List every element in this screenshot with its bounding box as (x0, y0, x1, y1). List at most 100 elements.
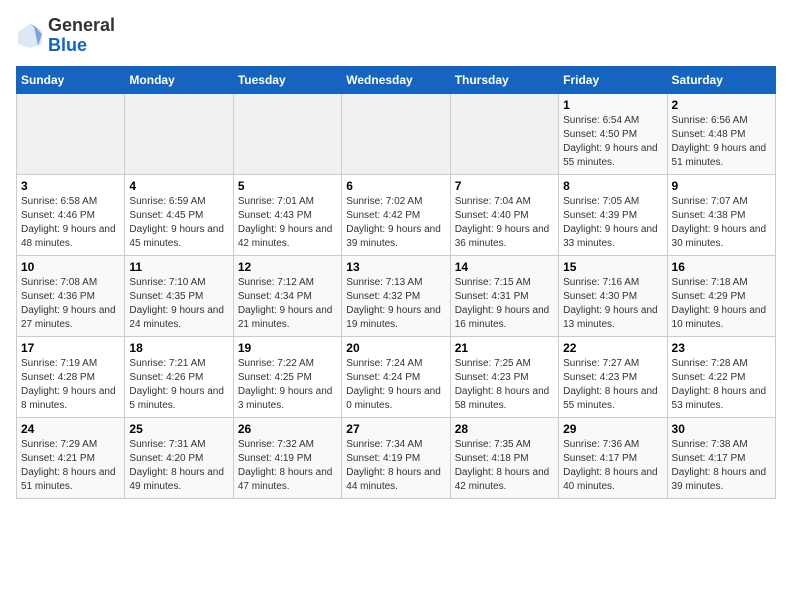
day-number: 23 (672, 341, 771, 355)
day-info: Sunrise: 7:22 AMSunset: 4:25 PMDaylight:… (238, 357, 337, 413)
day-info: Sunrise: 7:08 AMSunset: 4:36 PMDaylight:… (21, 276, 120, 332)
calendar-cell: 4Sunrise: 6:59 AMSunset: 4:45 PMDaylight… (125, 174, 233, 255)
calendar-week-row: 17 Sunrise: 7:19 AMSunset: 4:28 PMDayligh… (17, 336, 776, 417)
day-number: 9 (672, 179, 771, 193)
calendar-header-monday: Monday (125, 66, 233, 93)
day-info: Sunrise: 7:16 AMSunset: 4:30 PMDaylight:… (563, 276, 662, 332)
day-number: 7 (455, 179, 554, 193)
day-info: Sunrise: 7:35 AMSunset: 4:18 PMDaylight:… (455, 438, 554, 494)
day-info: Sunrise: 6:59 AMSunset: 4:45 PMDaylight:… (129, 195, 228, 251)
day-number: 8 (563, 179, 662, 193)
calendar-cell: 30Sunrise: 7:38 AMSunset: 4:17 PMDayligh… (667, 417, 775, 498)
day-number: 27 (346, 422, 445, 436)
calendar-cell: 23 Sunrise: 7:28 AMSunset: 4:22 PMDayligh… (667, 336, 775, 417)
calendar-cell: 22Sunrise: 7:27 AMSunset: 4:23 PMDayligh… (559, 336, 667, 417)
calendar-week-row: 1 Sunrise: 6:54 AMSunset: 4:50 PMDaylight… (17, 93, 776, 174)
day-info: Sunrise: 7:29 AMSunset: 4:21 PMDaylight:… (21, 438, 120, 494)
calendar-cell: 13 Sunrise: 7:13 AMSunset: 4:32 PMDayligh… (342, 255, 450, 336)
calendar-header-row: SundayMondayTuesdayWednesdayThursdayFrid… (17, 66, 776, 93)
calendar-cell: 12 Sunrise: 7:12 AMSunset: 4:34 PMDayligh… (233, 255, 341, 336)
day-number: 3 (21, 179, 120, 193)
calendar-header-friday: Friday (559, 66, 667, 93)
calendar-week-row: 24 Sunrise: 7:29 AMSunset: 4:21 PMDayligh… (17, 417, 776, 498)
logo-blue: Blue (48, 35, 87, 55)
calendar-cell: 26Sunrise: 7:32 AMSunset: 4:19 PMDayligh… (233, 417, 341, 498)
day-number: 25 (129, 422, 228, 436)
day-info: Sunrise: 6:56 AMSunset: 4:48 PMDaylight:… (672, 114, 771, 170)
day-number: 17 (21, 341, 120, 355)
calendar-cell: 6Sunrise: 7:02 AMSunset: 4:42 PMDaylight… (342, 174, 450, 255)
calendar-cell: 17 Sunrise: 7:19 AMSunset: 4:28 PMDayligh… (17, 336, 125, 417)
day-info: Sunrise: 7:36 AMSunset: 4:17 PMDaylight:… (563, 438, 662, 494)
day-number: 19 (238, 341, 337, 355)
calendar-cell: 19 Sunrise: 7:22 AMSunset: 4:25 PMDayligh… (233, 336, 341, 417)
day-number: 16 (672, 260, 771, 274)
calendar-cell: 27 Sunrise: 7:34 AMSunset: 4:19 PMDayligh… (342, 417, 450, 498)
day-number: 14 (455, 260, 554, 274)
logo: General Blue (16, 16, 115, 56)
day-number: 13 (346, 260, 445, 274)
day-info: Sunrise: 7:32 AMSunset: 4:19 PMDaylight:… (238, 438, 337, 494)
calendar-cell: 11 Sunrise: 7:10 AMSunset: 4:35 PMDayligh… (125, 255, 233, 336)
day-number: 2 (672, 98, 771, 112)
day-info: Sunrise: 7:15 AMSunset: 4:31 PMDaylight:… (455, 276, 554, 332)
day-number: 24 (21, 422, 120, 436)
calendar-cell: 3 Sunrise: 6:58 AMSunset: 4:46 PMDaylight… (17, 174, 125, 255)
calendar-cell: 15 Sunrise: 7:16 AMSunset: 4:30 PMDayligh… (559, 255, 667, 336)
calendar-cell: 29 Sunrise: 7:36 AMSunset: 4:17 PMDayligh… (559, 417, 667, 498)
day-info: Sunrise: 7:31 AMSunset: 4:20 PMDaylight:… (129, 438, 228, 494)
day-info: Sunrise: 7:21 AMSunset: 4:26 PMDaylight:… (129, 357, 228, 413)
calendar-header-sunday: Sunday (17, 66, 125, 93)
day-number: 28 (455, 422, 554, 436)
day-number: 1 (563, 98, 662, 112)
calendar-header-tuesday: Tuesday (233, 66, 341, 93)
logo-icon (16, 22, 44, 50)
calendar-week-row: 10 Sunrise: 7:08 AMSunset: 4:36 PMDayligh… (17, 255, 776, 336)
calendar-cell: 2 Sunrise: 6:56 AMSunset: 4:48 PMDaylight… (667, 93, 775, 174)
logo-general: General (48, 15, 115, 35)
day-number: 29 (563, 422, 662, 436)
day-number: 5 (238, 179, 337, 193)
day-number: 15 (563, 260, 662, 274)
day-number: 10 (21, 260, 120, 274)
calendar-cell: 28 Sunrise: 7:35 AMSunset: 4:18 PMDayligh… (450, 417, 558, 498)
day-info: Sunrise: 7:04 AMSunset: 4:40 PMDaylight:… (455, 195, 554, 251)
calendar-cell: 24 Sunrise: 7:29 AMSunset: 4:21 PMDayligh… (17, 417, 125, 498)
day-info: Sunrise: 7:24 AMSunset: 4:24 PMDaylight:… (346, 357, 445, 413)
calendar-cell: 25 Sunrise: 7:31 AMSunset: 4:20 PMDayligh… (125, 417, 233, 498)
day-number: 30 (672, 422, 771, 436)
day-number: 18 (129, 341, 228, 355)
day-info: Sunrise: 7:25 AMSunset: 4:23 PMDaylight:… (455, 357, 554, 413)
calendar-cell: 21 Sunrise: 7:25 AMSunset: 4:23 PMDayligh… (450, 336, 558, 417)
calendar-cell: 14 Sunrise: 7:15 AMSunset: 4:31 PMDayligh… (450, 255, 558, 336)
day-info: Sunrise: 7:12 AMSunset: 4:34 PMDaylight:… (238, 276, 337, 332)
day-info: Sunrise: 7:28 AMSunset: 4:22 PMDaylight:… (672, 357, 771, 413)
day-info: Sunrise: 7:02 AMSunset: 4:42 PMDaylight:… (346, 195, 445, 251)
calendar-cell (450, 93, 558, 174)
day-info: Sunrise: 7:10 AMSunset: 4:35 PMDaylight:… (129, 276, 228, 332)
day-number: 11 (129, 260, 228, 274)
calendar-table: SundayMondayTuesdayWednesdayThursdayFrid… (16, 66, 776, 499)
day-info: Sunrise: 7:34 AMSunset: 4:19 PMDaylight:… (346, 438, 445, 494)
calendar-week-row: 3 Sunrise: 6:58 AMSunset: 4:46 PMDaylight… (17, 174, 776, 255)
day-number: 22 (563, 341, 662, 355)
day-info: Sunrise: 7:01 AMSunset: 4:43 PMDaylight:… (238, 195, 337, 251)
logo-text: General Blue (48, 16, 115, 56)
day-info: Sunrise: 7:07 AMSunset: 4:38 PMDaylight:… (672, 195, 771, 251)
calendar-cell (17, 93, 125, 174)
day-number: 21 (455, 341, 554, 355)
day-info: Sunrise: 7:19 AMSunset: 4:28 PMDaylight:… (21, 357, 120, 413)
calendar-cell: 9 Sunrise: 7:07 AMSunset: 4:38 PMDaylight… (667, 174, 775, 255)
calendar-cell: 16 Sunrise: 7:18 AMSunset: 4:29 PMDayligh… (667, 255, 775, 336)
calendar-header-saturday: Saturday (667, 66, 775, 93)
day-info: Sunrise: 7:13 AMSunset: 4:32 PMDaylight:… (346, 276, 445, 332)
day-info: Sunrise: 7:18 AMSunset: 4:29 PMDaylight:… (672, 276, 771, 332)
calendar-cell: 20Sunrise: 7:24 AMSunset: 4:24 PMDayligh… (342, 336, 450, 417)
calendar-header-wednesday: Wednesday (342, 66, 450, 93)
calendar-cell: 7 Sunrise: 7:04 AMSunset: 4:40 PMDaylight… (450, 174, 558, 255)
day-info: Sunrise: 6:54 AMSunset: 4:50 PMDaylight:… (563, 114, 662, 170)
day-info: Sunrise: 6:58 AMSunset: 4:46 PMDaylight:… (21, 195, 120, 251)
day-number: 12 (238, 260, 337, 274)
day-info: Sunrise: 7:05 AMSunset: 4:39 PMDaylight:… (563, 195, 662, 251)
calendar-cell: 10 Sunrise: 7:08 AMSunset: 4:36 PMDayligh… (17, 255, 125, 336)
